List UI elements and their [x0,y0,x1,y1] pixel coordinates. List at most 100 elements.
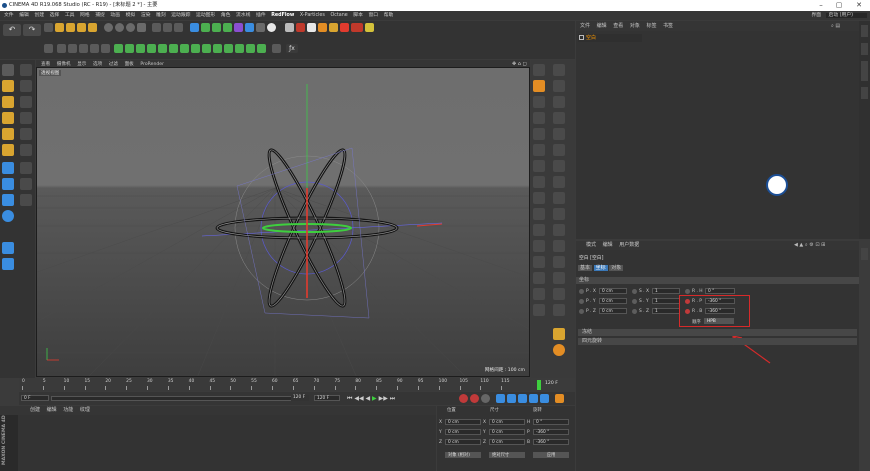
mat-menu-edit[interactable]: 编辑 [47,407,57,413]
plugin-icon[interactable] [553,192,565,204]
parameter-key-icon[interactable] [529,394,538,403]
rotate-icon[interactable] [77,23,86,32]
rotation-order-dropdown[interactable]: HPB [704,318,734,324]
plugin-icon[interactable] [533,224,545,236]
camera-icon[interactable] [256,23,265,32]
freeze-section[interactable]: 冻结 [578,329,857,336]
plugin-icon[interactable] [553,256,565,268]
sketch-icon[interactable] [272,44,281,53]
mograph-random-icon[interactable] [180,44,189,53]
om-menu-objects[interactable]: 对象 [630,23,640,29]
menu-motion-tracker[interactable]: 运动跟踪 [171,13,190,18]
menu-octane[interactable]: Octane [330,13,347,18]
menu-render[interactable]: 渲染 [141,13,151,18]
mograph-sound-icon[interactable] [246,44,255,53]
mat-menu-texture[interactable]: 纹理 [80,407,90,413]
live-select-icon[interactable] [44,23,53,32]
perspective-viewport[interactable]: 透视视图 网格间距 : 100 cm [36,67,530,377]
am-menu-userdata[interactable]: 用户数据 [619,242,639,248]
plugin-icon[interactable] [553,304,565,316]
plugin-icon[interactable] [553,224,565,236]
autokey-icon[interactable] [470,394,479,403]
keyframe-dot-rh[interactable] [685,289,690,294]
layout-dropdown[interactable]: 启动 (用户) [825,13,867,18]
render-view-icon[interactable] [152,23,161,32]
keyframe-dot-px[interactable] [579,289,584,294]
render-settings-icon[interactable] [174,23,183,32]
menu-simulate[interactable]: 模拟 [126,13,136,18]
quantize-icon[interactable] [2,178,14,190]
keyframe-selection-icon[interactable] [481,394,490,403]
end-frame-field[interactable]: 120 F [291,395,309,401]
minimize-button[interactable]: – [812,0,830,11]
mograph-text-icon[interactable] [147,44,156,53]
am-subtab-coord[interactable]: 坐标 [593,265,608,271]
plugin-icon[interactable] [533,160,545,172]
x-particles-icon[interactable] [296,23,305,32]
menu-pipeline[interactable]: 流水线 [236,13,250,18]
subdivision-icon[interactable] [212,23,221,32]
plugin-icon[interactable] [533,80,545,92]
knife-icon[interactable] [20,80,32,92]
plugin-icon[interactable] [533,192,545,204]
make-editable-icon[interactable] [44,44,53,53]
om-menu-edit[interactable]: 编辑 [597,23,607,29]
quaternion-section[interactable]: 四元旋转 [578,338,857,345]
menu-snap[interactable]: 捕捉 [95,13,105,18]
plugin-icon[interactable] [553,64,565,76]
am-section-coords[interactable]: 坐标 [576,277,859,284]
play-icon[interactable]: ▶ [372,395,377,402]
om-menu-view[interactable]: 查看 [613,23,623,29]
light-icon[interactable] [267,23,276,32]
close-button[interactable]: ✕ [850,0,868,11]
mograph-time-icon[interactable] [235,44,244,53]
menu-plugins[interactable]: 插件 [256,13,266,18]
coordinate-system-icon[interactable] [137,23,146,32]
plugin-icon[interactable] [553,160,565,172]
field-px[interactable]: 0 cm [599,288,627,294]
plugin-icon[interactable] [553,344,565,356]
mograph-delay-icon[interactable] [224,44,233,53]
next-frame-icon[interactable]: ▶▶ [379,395,388,402]
vertical-tab-attributes[interactable] [861,248,868,260]
menu-character[interactable]: 角色 [221,13,231,18]
plugin-icon[interactable] [553,288,565,300]
jb-icon[interactable] [365,23,374,32]
grid-layer-icon[interactable] [2,258,14,270]
menu-script[interactable]: 脚本 [353,13,363,18]
plugin-icon[interactable] [553,144,565,156]
field-sx[interactable]: 1 [652,288,680,294]
plugin-icon[interactable] [533,96,545,108]
null-object-row[interactable]: 空白 [578,34,642,42]
menu-create[interactable]: 创建 [34,13,44,18]
menu-mesh[interactable]: 网格 [80,13,90,18]
model-mode-icon[interactable] [2,64,14,76]
plugin-icon[interactable] [553,176,565,188]
mograph-matrix-icon[interactable] [136,44,145,53]
plugin-icon[interactable] [553,112,565,124]
menu-redflow[interactable]: RedFlow [271,13,294,18]
x-axis-icon[interactable] [104,23,113,32]
mograph-tracer-icon[interactable] [158,44,167,53]
snap-icon[interactable] [2,162,14,174]
field-rh[interactable]: 0 ° [705,288,735,294]
vertical-tab-layer[interactable] [861,87,868,99]
om-menu-bookmarks[interactable]: 书签 [663,23,673,29]
coords-rot-h[interactable]: 0 ° [533,419,569,425]
coords-size-y[interactable]: 0 cm [489,429,525,435]
menu-mograph[interactable]: 运动图形 [196,13,215,18]
lock-workplane-icon[interactable] [2,194,14,206]
redflow-icon[interactable] [285,23,294,32]
keyframe-dot-pz[interactable] [579,309,584,314]
menu-edit[interactable]: 编辑 [19,13,29,18]
layout-selector[interactable]: 界面 启动 (用户) [811,11,867,20]
undo-icon[interactable]: ↶ [3,24,21,36]
recent-tools-icon[interactable] [88,23,97,32]
lasso-select-icon[interactable] [20,64,32,76]
cube-icon[interactable] [190,23,199,32]
record-icon[interactable] [459,394,468,403]
menu-window[interactable]: 窗口 [369,13,379,18]
plugin-icon[interactable] [553,80,565,92]
bridge-icon[interactable] [20,128,32,140]
keyframe-dot-sz[interactable] [632,309,637,314]
